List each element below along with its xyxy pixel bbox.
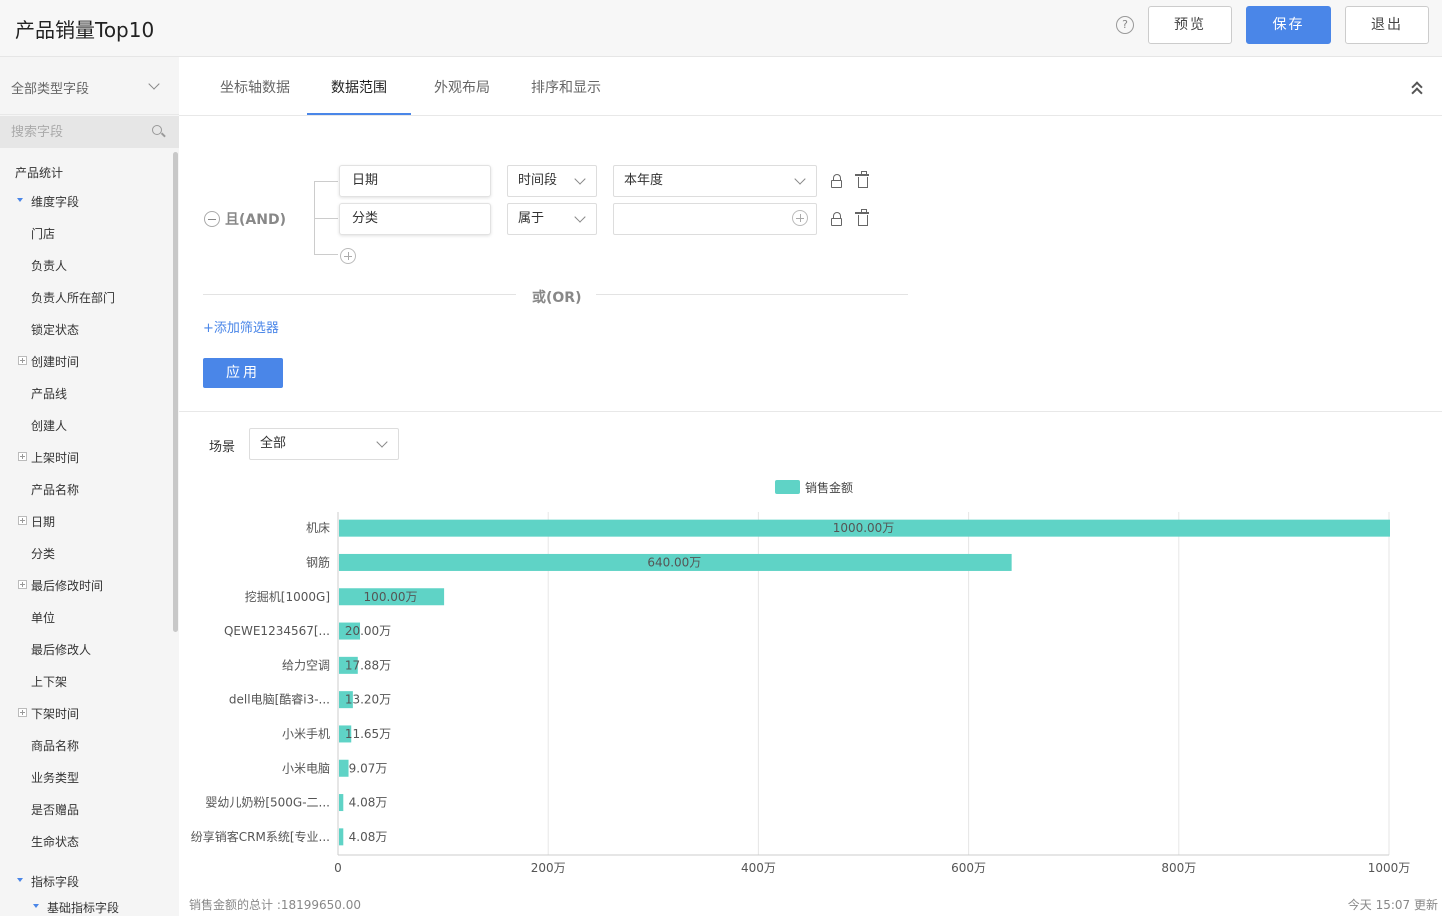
- sales-total: 销售金额的总计 :18199650.00: [189, 898, 362, 912]
- category-label: 纷享销客CRM系统[专业...: [191, 829, 330, 844]
- x-tick-label: 800万: [1161, 861, 1196, 875]
- data-label: 4.08万: [349, 830, 388, 844]
- category-label: 小米手机: [282, 727, 330, 741]
- category-label: 挖掘机[1000G]: [245, 589, 330, 604]
- x-tick-label: 600万: [951, 861, 986, 875]
- x-tick-label: 1000万: [1368, 861, 1411, 875]
- category-label: 机床: [306, 521, 330, 535]
- update-timestamp: 今天 15:07 更新: [1347, 898, 1438, 912]
- bar: [339, 794, 344, 812]
- data-label: 1000.00万: [833, 521, 895, 535]
- bar: [339, 759, 349, 777]
- category-label: 婴幼儿奶粉[500G-二...: [205, 796, 330, 810]
- data-label: 9.07万: [349, 761, 388, 775]
- category-label: 给力空调: [282, 658, 330, 672]
- data-label: 17.88万: [345, 658, 391, 672]
- data-label: 640.00万: [647, 555, 701, 569]
- sales-bar-chart: 0 200万 400万 600万 800万 1000万 机床 1000.00万钢筋 640.00…: [191, 512, 1411, 875]
- category-label: dell电脑[酷睿i3-...: [229, 692, 330, 707]
- bar: [339, 828, 344, 846]
- data-label: 100.00万: [364, 590, 418, 604]
- category-label: 钢筋: [306, 554, 330, 569]
- category-label: QEWE1234567[...: [224, 624, 330, 638]
- category-label: 小米电脑: [282, 761, 330, 775]
- data-label: 4.08万: [349, 796, 388, 810]
- x-tick-label: 0: [334, 861, 342, 875]
- data-label: 11.65万: [345, 727, 391, 741]
- x-tick-label: 200万: [531, 861, 566, 875]
- data-label: 20.00万: [345, 624, 391, 638]
- data-label: 13.20万: [345, 693, 391, 707]
- x-tick-label: 400万: [741, 861, 776, 875]
